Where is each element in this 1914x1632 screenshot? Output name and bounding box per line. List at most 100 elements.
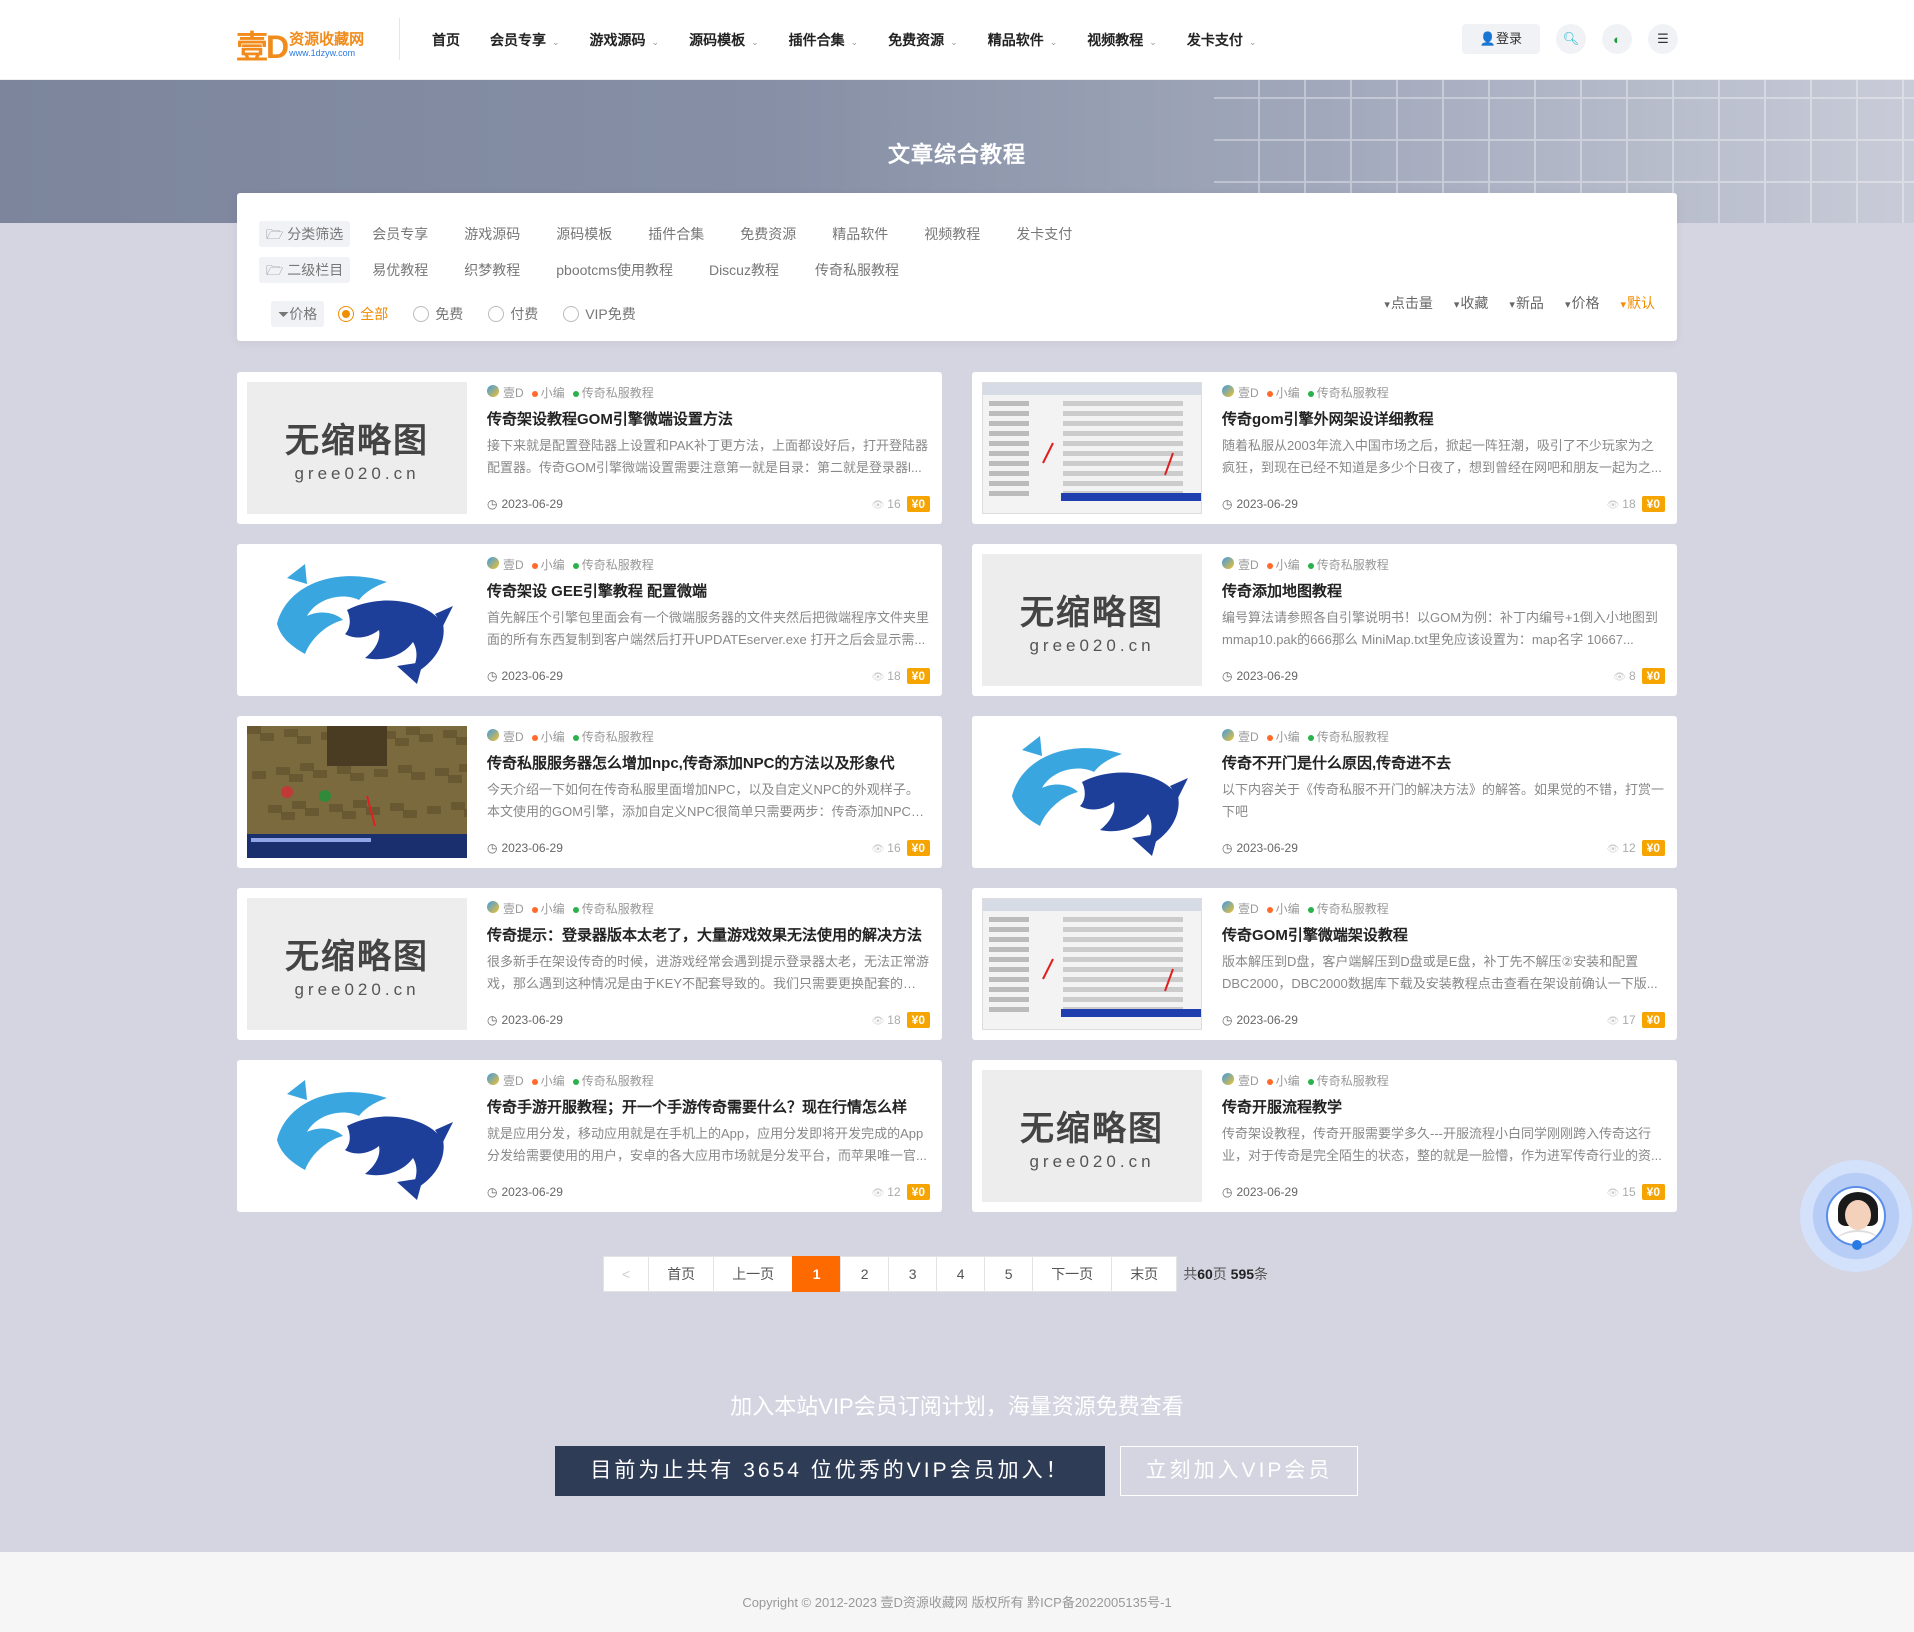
post-title[interactable]: 传奇添加地图教程	[1222, 580, 1665, 601]
post-title[interactable]: 传奇私服服务器怎么增加npc,传奇添加NPC的方法以及形象代	[487, 752, 930, 773]
post-site[interactable]: 壹D	[1222, 384, 1259, 401]
category-link[interactable]: 游戏源码	[464, 224, 520, 244]
nav-item[interactable]: 免费资源 ⌄	[888, 30, 958, 50]
nav-item[interactable]: 游戏源码 ⌄	[590, 30, 660, 50]
nav-item[interactable]: 首页	[432, 30, 460, 50]
post-author[interactable]: 小编	[1266, 1072, 1300, 1089]
post-category[interactable]: 传奇私服教程	[572, 728, 654, 745]
customer-service-float-button[interactable]	[1800, 1160, 1912, 1272]
price-radio-option[interactable]: 全部	[338, 304, 388, 324]
post-card[interactable]: 壹D 小编 传奇私服教程 传奇架设 GEE引擎教程 配置微端 首先解压个引擎包里面会有一…	[237, 544, 942, 696]
last-page-button[interactable]: 末页	[1111, 1256, 1178, 1292]
post-category[interactable]: 传奇私服教程	[1307, 900, 1389, 917]
page-number-button[interactable]: 2	[840, 1256, 890, 1292]
nav-item[interactable]: 精品软件 ⌄	[988, 30, 1058, 50]
join-vip-button[interactable]: 立刻加入VIP会员	[1120, 1446, 1358, 1496]
post-author[interactable]: 小编	[531, 384, 565, 401]
search-button[interactable]: 🔍︎	[1556, 24, 1586, 54]
category-link[interactable]: 视频教程	[924, 224, 980, 244]
copyright-text[interactable]: Copyright © 2012-2023 壹D资源收藏网 版权所有 黔ICP备…	[0, 1552, 1914, 1611]
post-card[interactable]: 无缩略图 gree020.cn 壹D 小编 传奇私服教程 传奇添加地图教程 编号算法请参照各…	[972, 544, 1677, 696]
sort-option[interactable]: 价格	[1565, 293, 1599, 313]
post-category[interactable]: 传奇私服教程	[572, 900, 654, 917]
post-thumbnail[interactable]	[247, 554, 467, 686]
post-category[interactable]: 传奇私服教程	[1307, 1072, 1389, 1089]
post-author[interactable]: 小编	[531, 556, 565, 573]
post-thumbnail[interactable]	[982, 382, 1202, 514]
sort-option[interactable]: 新品	[1509, 293, 1544, 313]
post-card[interactable]: 壹D 小编 传奇私服教程传奇私服服务器怎么增加npc,传奇添加NPC的方法以及形象代…	[237, 716, 942, 868]
first-page-button[interactable]: 首页	[648, 1256, 715, 1292]
post-title[interactable]: 传奇开服流程教学	[1222, 1096, 1665, 1117]
prev-page-button[interactable]: 上一页	[713, 1256, 794, 1292]
post-title[interactable]: 传奇gom引擎外网架设详细教程	[1222, 408, 1665, 429]
post-thumbnail[interactable]	[982, 726, 1202, 858]
subcategory-link[interactable]: Discuz教程	[709, 260, 779, 280]
theme-toggle-button[interactable]: ◐	[1602, 24, 1632, 54]
nav-item[interactable]: 插件合集 ⌄	[789, 30, 859, 50]
subcategory-link[interactable]: 织梦教程	[464, 260, 520, 280]
nav-item[interactable]: 会员专享 ⌄	[490, 30, 560, 50]
nav-item[interactable]: 发卡支付 ⌄	[1187, 30, 1257, 50]
post-category[interactable]: 传奇私服教程	[1307, 728, 1389, 745]
post-card[interactable]: 壹D 小编 传奇私服教程 传奇手游开服教程；开一个手游传奇需要什么？现在行情怎么样 就是…	[237, 1060, 942, 1212]
post-thumbnail[interactable]: 无缩略图 gree020.cn	[982, 1070, 1202, 1202]
category-link[interactable]: 发卡支付	[1016, 224, 1072, 244]
post-author[interactable]: 小编	[1266, 728, 1300, 745]
category-link[interactable]: 插件合集	[648, 224, 704, 244]
next-page-button[interactable]: 下一页	[1032, 1256, 1113, 1292]
post-title[interactable]: 传奇提示：登录器版本太老了，大量游戏效果无法使用的解决方法	[487, 924, 930, 945]
post-author[interactable]: 小编	[531, 1072, 565, 1089]
post-card[interactable]: 壹D 小编 传奇私服教程 传奇GOM引擎微端架设教程 版本解压到D盘，客户端解压到D盘或…	[972, 888, 1677, 1040]
nav-item[interactable]: 视频教程 ⌄	[1087, 30, 1157, 50]
category-link[interactable]: 源码模板	[556, 224, 612, 244]
price-radio-option[interactable]: 付费	[488, 304, 538, 324]
category-link[interactable]: 会员专享	[372, 224, 428, 244]
post-category[interactable]: 传奇私服教程	[572, 556, 654, 573]
prev-arrow-button[interactable]: <	[603, 1256, 650, 1292]
post-author[interactable]: 小编	[1266, 900, 1300, 917]
nav-item[interactable]: 源码模板 ⌄	[689, 30, 759, 50]
post-title[interactable]: 传奇手游开服教程；开一个手游传奇需要什么？现在行情怎么样	[487, 1096, 930, 1117]
post-site[interactable]: 壹D	[487, 728, 524, 745]
menu-button[interactable]: ☰	[1648, 24, 1678, 54]
post-card[interactable]: 壹D 小编 传奇私服教程 传奇不开门是什么原因,传奇进不去 以下内容关于《传奇私服不开门…	[972, 716, 1677, 868]
sort-option[interactable]: 收藏	[1454, 293, 1488, 313]
post-site[interactable]: 壹D	[1222, 1072, 1259, 1089]
category-link[interactable]: 精品软件	[832, 224, 888, 244]
post-thumbnail[interactable]: 无缩略图 gree020.cn	[247, 382, 467, 514]
sort-option[interactable]: 默认	[1620, 293, 1655, 313]
page-number-button[interactable]: 3	[888, 1256, 938, 1292]
post-title[interactable]: 传奇GOM引擎微端架设教程	[1222, 924, 1665, 945]
post-site[interactable]: 壹D	[487, 556, 524, 573]
post-card[interactable]: 无缩略图 gree020.cn 壹D 小编 传奇私服教程 传奇提示：登录器版本太老了，大量…	[237, 888, 942, 1040]
subcategory-link[interactable]: 传奇私服教程	[815, 260, 899, 280]
subcategory-link[interactable]: 易优教程	[372, 260, 428, 280]
post-thumbnail[interactable]: 无缩略图 gree020.cn	[982, 554, 1202, 686]
price-radio-option[interactable]: 免费	[413, 304, 463, 324]
page-number-button[interactable]: 1	[792, 1256, 842, 1292]
site-logo[interactable]: 壹D 资源收藏网 www.1dzyw.com	[236, 22, 364, 68]
post-thumbnail[interactable]	[982, 898, 1202, 1030]
page-number-button[interactable]: 4	[936, 1256, 986, 1292]
post-thumbnail[interactable]	[247, 1070, 467, 1202]
post-category[interactable]: 传奇私服教程	[572, 384, 654, 401]
post-author[interactable]: 小编	[1266, 384, 1300, 401]
post-card[interactable]: 无缩略图 gree020.cn 壹D 小编 传奇私服教程 传奇开服流程教学 传奇架设教程，传…	[972, 1060, 1677, 1212]
post-card[interactable]: 无缩略图 gree020.cn 壹D 小编 传奇私服教程 传奇架设教程GOM引擎微端设置方…	[237, 372, 942, 524]
post-site[interactable]: 壹D	[487, 900, 524, 917]
post-site[interactable]: 壹D	[1222, 556, 1259, 573]
price-radio-option[interactable]: VIP免费	[563, 304, 636, 324]
category-link[interactable]: 免费资源	[740, 224, 796, 244]
sort-option[interactable]: 点击量	[1384, 293, 1433, 313]
post-site[interactable]: 壹D	[1222, 900, 1259, 917]
post-author[interactable]: 小编	[531, 728, 565, 745]
post-thumbnail[interactable]: 无缩略图 gree020.cn	[247, 898, 467, 1030]
post-category[interactable]: 传奇私服教程	[1307, 556, 1389, 573]
post-site[interactable]: 壹D	[1222, 728, 1259, 745]
subcategory-link[interactable]: pbootcms使用教程	[556, 260, 673, 280]
post-card[interactable]: 壹D 小编 传奇私服教程 传奇gom引擎外网架设详细教程 随着私服从2003年流入中国市…	[972, 372, 1677, 524]
login-button[interactable]: 👤登录	[1461, 24, 1540, 54]
post-author[interactable]: 小编	[1266, 556, 1300, 573]
post-site[interactable]: 壹D	[487, 384, 524, 401]
